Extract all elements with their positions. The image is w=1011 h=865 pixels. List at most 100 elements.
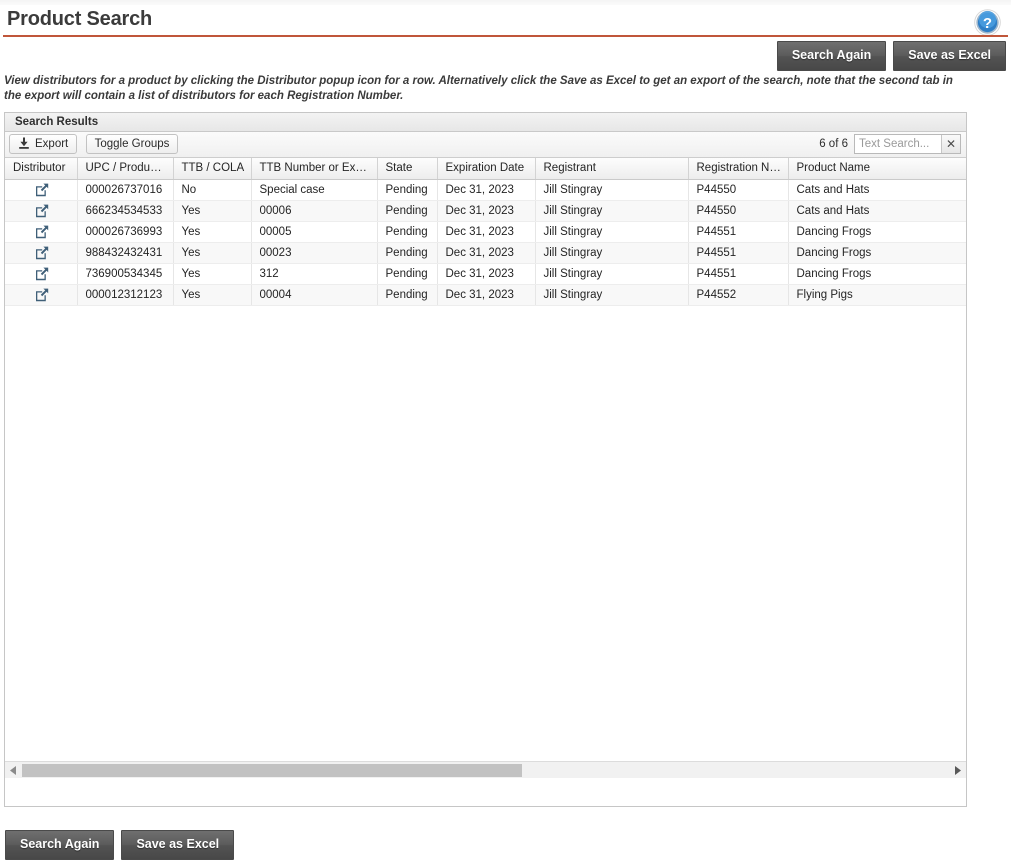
cell-product-name: Flying Pigs (788, 284, 966, 306)
cell-registration-number: P44551 (688, 221, 789, 243)
export-button-label: Export (35, 138, 69, 150)
cell-ttb-cola: No (173, 179, 252, 201)
table-row[interactable]: 736900534345 Yes 312 Pending Dec 31, 2023 Jil… (5, 263, 966, 285)
cell-upc: 000026737016 (77, 179, 174, 201)
top-action-buttons: Search Again Save as Excel (776, 41, 1006, 71)
external-link-icon[interactable] (35, 246, 49, 260)
scrollbar-track[interactable] (22, 763, 949, 778)
cell-upc: 736900534345 (77, 263, 174, 285)
results-table: Distributor UPC / Product Id TTB / COLA … (5, 158, 966, 306)
cell-expiration-date: Dec 31, 2023 (437, 263, 536, 285)
cell-distributor-popup[interactable] (5, 221, 78, 243)
grid-body: Distributor UPC / Product Id TTB / COLA … (5, 158, 966, 778)
cell-distributor-popup[interactable] (5, 263, 78, 285)
text-search-group: ✕ (854, 134, 961, 154)
save-as-excel-button-top[interactable]: Save as Excel (893, 41, 1006, 71)
table-header-row: Distributor UPC / Product Id TTB / COLA … (5, 158, 966, 180)
toggle-groups-label: Toggle Groups (94, 138, 170, 150)
cell-registrant: Jill Stingray (535, 179, 689, 201)
cell-registration-number: P44550 (688, 179, 789, 201)
title-underline (3, 35, 1008, 37)
cell-distributor-popup[interactable] (5, 179, 78, 201)
cell-registration-number: P44550 (688, 200, 789, 222)
cell-registration-number: P44551 (688, 242, 789, 264)
cell-product-name: Dancing Frogs (788, 263, 966, 285)
cell-registrant: Jill Stingray (535, 221, 689, 243)
table-body: 000026737016 No Special case Pending Dec 31,… (5, 179, 966, 306)
page-description: View distributors for a product by click… (4, 75, 953, 102)
search-results-panel: Search Results Export Toggle Groups 6 of… (4, 112, 967, 807)
external-link-icon[interactable] (35, 225, 49, 239)
cell-ttb-number: 00005 (251, 221, 378, 243)
table-row[interactable]: 988432432431 Yes 00023 Pending Dec 31, 2023 J… (5, 242, 966, 264)
column-header-upc[interactable]: UPC / Product Id (77, 158, 174, 180)
cell-expiration-date: Dec 31, 2023 (437, 221, 536, 243)
column-header-ttb-cola[interactable]: TTB / COLA (173, 158, 252, 180)
product-search-page: Product Search ? Search Again Save as Ex… (0, 0, 1011, 865)
external-link-icon[interactable] (35, 204, 49, 218)
cell-product-name: Dancing Frogs (788, 242, 966, 264)
cell-expiration-date: Dec 31, 2023 (437, 242, 536, 264)
cell-registrant: Jill Stingray (535, 200, 689, 222)
cell-ttb-number: 00006 (251, 200, 378, 222)
bottom-action-buttons: Search Again Save as Excel (5, 830, 235, 860)
cell-ttb-cola: Yes (173, 200, 252, 222)
table-row[interactable]: 000012312123 Yes 00004 Pending Dec 31, 2023 J… (5, 284, 966, 306)
scroll-right-arrow-icon[interactable] (949, 762, 966, 778)
cell-registration-number: P44552 (688, 284, 789, 306)
download-icon (18, 137, 30, 152)
cell-state: Pending (377, 200, 438, 222)
export-button[interactable]: Export (9, 134, 78, 154)
external-link-icon[interactable] (35, 288, 49, 302)
scroll-left-arrow-icon[interactable] (5, 762, 22, 778)
svg-text:?: ? (983, 15, 992, 32)
column-header-product-name[interactable]: Product Name (788, 158, 966, 180)
cell-ttb-number: Special case (251, 179, 378, 201)
close-icon[interactable]: ✕ (941, 135, 960, 153)
help-circle-icon[interactable]: ? (974, 9, 1001, 36)
result-count: 6 of 6 (819, 138, 848, 150)
cell-ttb-cola: Yes (173, 242, 252, 264)
panel-header: Search Results (5, 113, 966, 132)
external-link-icon[interactable] (35, 267, 49, 281)
cell-ttb-cola: Yes (173, 221, 252, 243)
cell-registrant: Jill Stingray (535, 263, 689, 285)
cell-distributor-popup[interactable] (5, 242, 78, 264)
cell-ttb-cola: Yes (173, 263, 252, 285)
column-header-registration-number[interactable]: Registration Nu... (688, 158, 789, 180)
cell-product-name: Cats and Hats (788, 200, 966, 222)
column-header-state[interactable]: State (377, 158, 438, 180)
cell-distributor-popup[interactable] (5, 284, 78, 306)
save-as-excel-button-bottom[interactable]: Save as Excel (121, 830, 235, 860)
column-header-expiration-date[interactable]: Expiration Date (437, 158, 536, 180)
cell-product-name: Dancing Frogs (788, 221, 966, 243)
column-header-registrant[interactable]: Registrant (535, 158, 689, 180)
cell-product-name: Cats and Hats (788, 179, 966, 201)
horizontal-scrollbar[interactable] (5, 761, 966, 778)
search-again-button-bottom[interactable]: Search Again (5, 830, 115, 860)
cell-upc: 666234534533 (77, 200, 174, 222)
cell-state: Pending (377, 284, 438, 306)
column-header-ttb-number[interactable]: TTB Number or Expl... (251, 158, 378, 180)
cell-ttb-number: 00023 (251, 242, 378, 264)
cell-upc: 000012312123 (77, 284, 174, 306)
cell-state: Pending (377, 263, 438, 285)
column-header-distributor[interactable]: Distributor (5, 158, 78, 180)
cell-registration-number: P44551 (688, 263, 789, 285)
table-row[interactable]: 000026737016 No Special case Pending Dec 31,… (5, 179, 966, 201)
cell-upc: 988432432431 (77, 242, 174, 264)
cell-ttb-number: 312 (251, 263, 378, 285)
scrollbar-thumb[interactable] (22, 763, 522, 777)
cell-expiration-date: Dec 31, 2023 (437, 179, 536, 201)
table-row[interactable]: 666234534533 Yes 00006 Pending Dec 31, 2023 J… (5, 200, 966, 222)
toggle-groups-button[interactable]: Toggle Groups (85, 134, 179, 154)
cell-state: Pending (377, 242, 438, 264)
cell-distributor-popup[interactable] (5, 200, 78, 222)
table-row[interactable]: 000026736993 Yes 00005 Pending Dec 31, 2023 J… (5, 221, 966, 243)
cell-registrant: Jill Stingray (535, 284, 689, 306)
page-title: Product Search (7, 8, 153, 30)
search-input[interactable] (855, 135, 941, 153)
external-link-icon[interactable] (35, 183, 49, 197)
search-again-button-top[interactable]: Search Again (776, 41, 887, 71)
grid-toolbar: Export Toggle Groups 6 of 6 ✕ (5, 132, 966, 158)
